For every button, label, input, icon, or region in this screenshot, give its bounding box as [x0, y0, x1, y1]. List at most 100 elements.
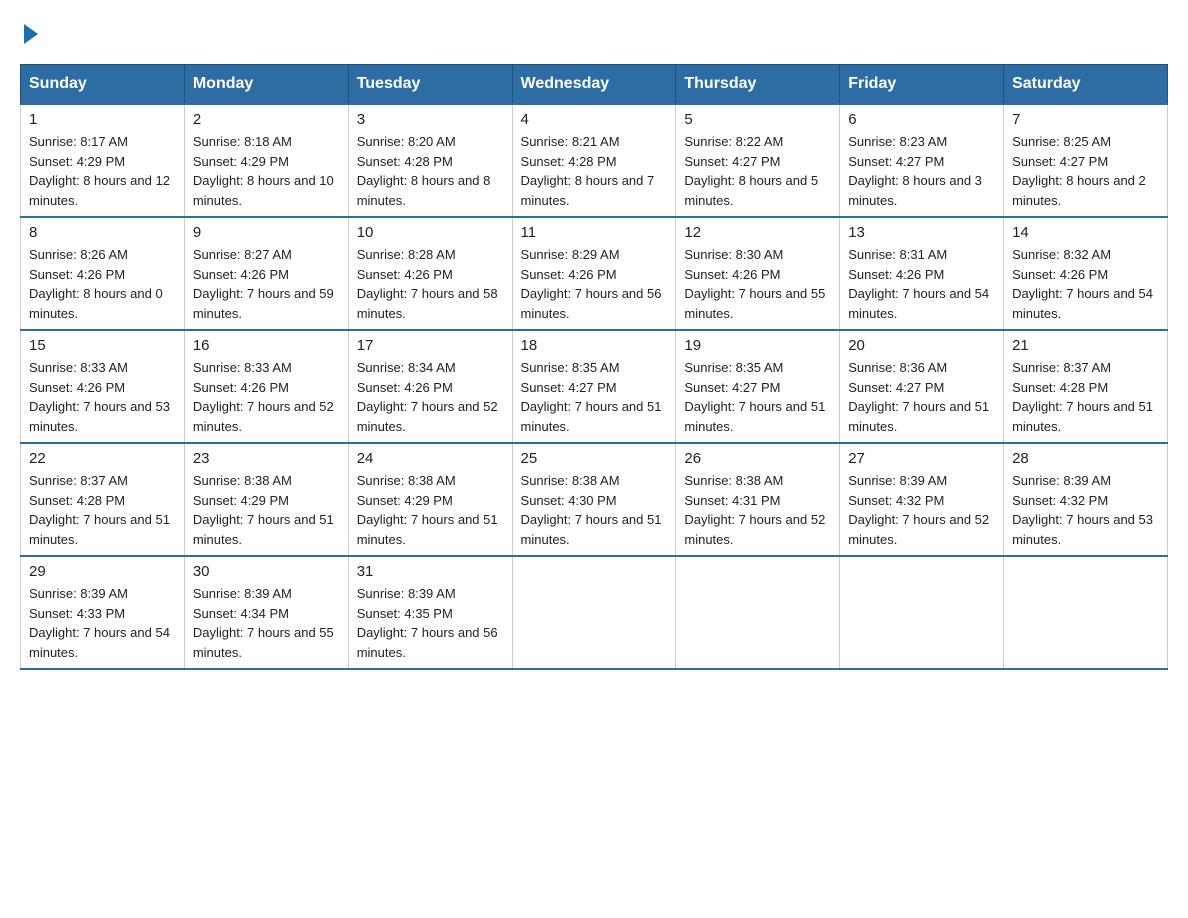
calendar-day-header: Tuesday: [348, 65, 512, 105]
calendar-day-header: Wednesday: [512, 65, 676, 105]
day-info: Sunrise: 8:33 AM Sunset: 4:26 PM Dayligh…: [193, 358, 340, 436]
daylight-label: Daylight: 7 hours and 52 minutes.: [193, 399, 334, 434]
day-info: Sunrise: 8:20 AM Sunset: 4:28 PM Dayligh…: [357, 132, 504, 210]
calendar-table: SundayMondayTuesdayWednesdayThursdayFrid…: [20, 64, 1168, 670]
calendar-header-row: SundayMondayTuesdayWednesdayThursdayFrid…: [21, 65, 1168, 105]
calendar-week-row: 1 Sunrise: 8:17 AM Sunset: 4:29 PM Dayli…: [21, 104, 1168, 217]
daylight-label: Daylight: 7 hours and 54 minutes.: [848, 286, 989, 321]
calendar-day-cell: 12 Sunrise: 8:30 AM Sunset: 4:26 PM Dayl…: [676, 217, 840, 330]
sunrise-label: Sunrise: 8:39 AM: [848, 473, 947, 488]
sunset-label: Sunset: 4:35 PM: [357, 606, 453, 621]
day-number: 26: [684, 450, 831, 467]
calendar-day-cell: 25 Sunrise: 8:38 AM Sunset: 4:30 PM Dayl…: [512, 443, 676, 556]
sunrise-label: Sunrise: 8:37 AM: [1012, 360, 1111, 375]
calendar-day-cell: 28 Sunrise: 8:39 AM Sunset: 4:32 PM Dayl…: [1004, 443, 1168, 556]
sunrise-label: Sunrise: 8:38 AM: [684, 473, 783, 488]
day-info: Sunrise: 8:17 AM Sunset: 4:29 PM Dayligh…: [29, 132, 176, 210]
day-info: Sunrise: 8:18 AM Sunset: 4:29 PM Dayligh…: [193, 132, 340, 210]
daylight-label: Daylight: 7 hours and 54 minutes.: [29, 625, 170, 660]
daylight-label: Daylight: 7 hours and 52 minutes.: [684, 512, 825, 547]
day-number: 4: [521, 111, 668, 128]
daylight-label: Daylight: 7 hours and 53 minutes.: [29, 399, 170, 434]
daylight-label: Daylight: 7 hours and 51 minutes.: [357, 512, 498, 547]
day-number: 27: [848, 450, 995, 467]
calendar-day-cell: 2 Sunrise: 8:18 AM Sunset: 4:29 PM Dayli…: [184, 104, 348, 217]
day-number: 29: [29, 563, 176, 580]
calendar-day-cell: 31 Sunrise: 8:39 AM Sunset: 4:35 PM Dayl…: [348, 556, 512, 669]
sunset-label: Sunset: 4:31 PM: [684, 493, 780, 508]
calendar-day-cell: 8 Sunrise: 8:26 AM Sunset: 4:26 PM Dayli…: [21, 217, 185, 330]
day-number: 22: [29, 450, 176, 467]
calendar-day-cell: 9 Sunrise: 8:27 AM Sunset: 4:26 PM Dayli…: [184, 217, 348, 330]
calendar-day-cell: 13 Sunrise: 8:31 AM Sunset: 4:26 PM Dayl…: [840, 217, 1004, 330]
sunset-label: Sunset: 4:26 PM: [1012, 267, 1108, 282]
calendar-day-cell: 6 Sunrise: 8:23 AM Sunset: 4:27 PM Dayli…: [840, 104, 1004, 217]
daylight-label: Daylight: 7 hours and 51 minutes.: [521, 512, 662, 547]
day-info: Sunrise: 8:31 AM Sunset: 4:26 PM Dayligh…: [848, 245, 995, 323]
day-number: 10: [357, 224, 504, 241]
daylight-label: Daylight: 7 hours and 58 minutes.: [357, 286, 498, 321]
calendar-day-header: Friday: [840, 65, 1004, 105]
sunrise-label: Sunrise: 8:38 AM: [193, 473, 292, 488]
calendar-week-row: 15 Sunrise: 8:33 AM Sunset: 4:26 PM Dayl…: [21, 330, 1168, 443]
daylight-label: Daylight: 7 hours and 51 minutes.: [848, 399, 989, 434]
calendar-day-cell: 4 Sunrise: 8:21 AM Sunset: 4:28 PM Dayli…: [512, 104, 676, 217]
calendar-day-cell: 5 Sunrise: 8:22 AM Sunset: 4:27 PM Dayli…: [676, 104, 840, 217]
logo: [20, 20, 38, 44]
sunset-label: Sunset: 4:26 PM: [29, 267, 125, 282]
day-info: Sunrise: 8:28 AM Sunset: 4:26 PM Dayligh…: [357, 245, 504, 323]
calendar-day-cell: 21 Sunrise: 8:37 AM Sunset: 4:28 PM Dayl…: [1004, 330, 1168, 443]
sunset-label: Sunset: 4:27 PM: [521, 380, 617, 395]
calendar-day-header: Sunday: [21, 65, 185, 105]
sunset-label: Sunset: 4:27 PM: [848, 380, 944, 395]
calendar-week-row: 29 Sunrise: 8:39 AM Sunset: 4:33 PM Dayl…: [21, 556, 1168, 669]
sunrise-label: Sunrise: 8:36 AM: [848, 360, 947, 375]
daylight-label: Daylight: 7 hours and 59 minutes.: [193, 286, 334, 321]
sunset-label: Sunset: 4:30 PM: [521, 493, 617, 508]
sunrise-label: Sunrise: 8:18 AM: [193, 134, 292, 149]
sunrise-label: Sunrise: 8:39 AM: [29, 586, 128, 601]
daylight-label: Daylight: 8 hours and 10 minutes.: [193, 173, 334, 208]
day-info: Sunrise: 8:39 AM Sunset: 4:32 PM Dayligh…: [1012, 471, 1159, 549]
sunset-label: Sunset: 4:34 PM: [193, 606, 289, 621]
day-number: 21: [1012, 337, 1159, 354]
sunset-label: Sunset: 4:27 PM: [684, 154, 780, 169]
day-info: Sunrise: 8:39 AM Sunset: 4:32 PM Dayligh…: [848, 471, 995, 549]
day-number: 12: [684, 224, 831, 241]
sunrise-label: Sunrise: 8:23 AM: [848, 134, 947, 149]
calendar-day-cell: [1004, 556, 1168, 669]
sunset-label: Sunset: 4:28 PM: [29, 493, 125, 508]
day-number: 11: [521, 224, 668, 241]
daylight-label: Daylight: 7 hours and 51 minutes.: [29, 512, 170, 547]
day-info: Sunrise: 8:33 AM Sunset: 4:26 PM Dayligh…: [29, 358, 176, 436]
sunset-label: Sunset: 4:26 PM: [357, 380, 453, 395]
calendar-day-cell: 27 Sunrise: 8:39 AM Sunset: 4:32 PM Dayl…: [840, 443, 1004, 556]
day-number: 14: [1012, 224, 1159, 241]
calendar-day-cell: 26 Sunrise: 8:38 AM Sunset: 4:31 PM Dayl…: [676, 443, 840, 556]
logo-arrow-icon: [24, 24, 38, 44]
calendar-day-cell: 30 Sunrise: 8:39 AM Sunset: 4:34 PM Dayl…: [184, 556, 348, 669]
day-number: 28: [1012, 450, 1159, 467]
calendar-day-cell: 11 Sunrise: 8:29 AM Sunset: 4:26 PM Dayl…: [512, 217, 676, 330]
sunset-label: Sunset: 4:27 PM: [1012, 154, 1108, 169]
sunset-label: Sunset: 4:26 PM: [848, 267, 944, 282]
sunrise-label: Sunrise: 8:39 AM: [193, 586, 292, 601]
sunrise-label: Sunrise: 8:22 AM: [684, 134, 783, 149]
sunset-label: Sunset: 4:28 PM: [521, 154, 617, 169]
day-info: Sunrise: 8:27 AM Sunset: 4:26 PM Dayligh…: [193, 245, 340, 323]
day-number: 18: [521, 337, 668, 354]
sunset-label: Sunset: 4:26 PM: [684, 267, 780, 282]
calendar-day-cell: 24 Sunrise: 8:38 AM Sunset: 4:29 PM Dayl…: [348, 443, 512, 556]
day-number: 19: [684, 337, 831, 354]
calendar-day-cell: [840, 556, 1004, 669]
sunset-label: Sunset: 4:32 PM: [848, 493, 944, 508]
daylight-label: Daylight: 8 hours and 0 minutes.: [29, 286, 163, 321]
day-number: 31: [357, 563, 504, 580]
sunset-label: Sunset: 4:29 PM: [357, 493, 453, 508]
calendar-day-header: Thursday: [676, 65, 840, 105]
sunrise-label: Sunrise: 8:32 AM: [1012, 247, 1111, 262]
sunrise-label: Sunrise: 8:35 AM: [521, 360, 620, 375]
daylight-label: Daylight: 7 hours and 51 minutes.: [1012, 399, 1153, 434]
calendar-day-cell: [512, 556, 676, 669]
sunset-label: Sunset: 4:26 PM: [521, 267, 617, 282]
